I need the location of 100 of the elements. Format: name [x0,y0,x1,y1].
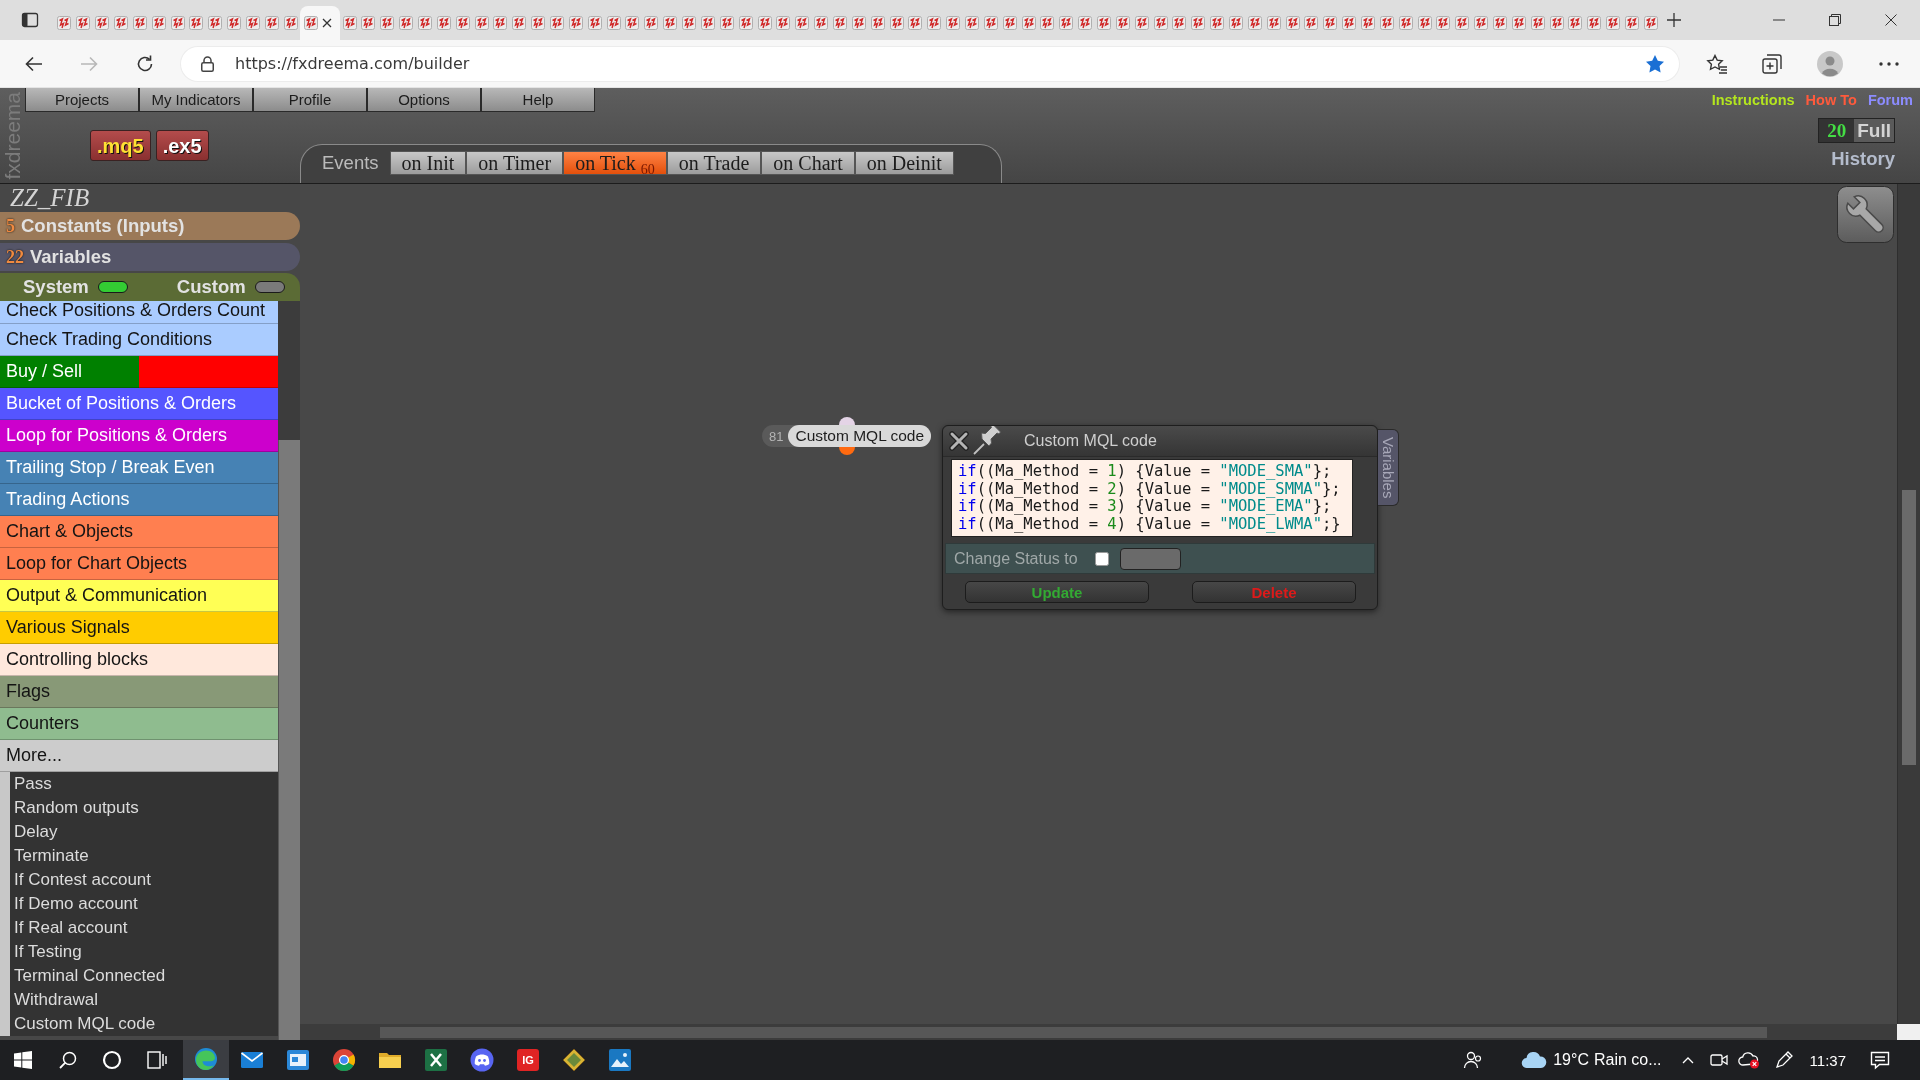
zigzag-icon [1247,16,1262,30]
category-item[interactable]: Loop for Positions & Orders [0,420,278,452]
address-field[interactable]: https://fxdreema.com/builder [181,46,1679,81]
wrench-icon[interactable] [1837,186,1894,243]
menu-button[interactable]: Options [367,88,481,112]
block-item[interactable]: If Real account [10,916,278,940]
zigzag-icon [814,16,829,30]
status-input[interactable] [1120,547,1181,570]
zigzag-icon [57,16,72,30]
scrollbar-thumb[interactable] [278,440,300,1040]
weather-text[interactable]: Rain co... [1593,1051,1662,1069]
block-item[interactable]: Custom MQL code [10,1012,278,1036]
block-item[interactable]: If Contest account [10,868,278,892]
search-icon[interactable] [58,1051,77,1069]
category-item[interactable]: Bucket of Positions & Orders [0,388,278,420]
chevron-up-icon[interactable] [1681,1056,1694,1064]
category-item[interactable]: Chart & Objects [0,516,278,548]
block-node[interactable]: 81 Custom MQL code [762,425,932,447]
block-item[interactable]: Terminal Connected [10,964,278,988]
block-item[interactable]: Withdrawal [10,988,278,1012]
menu-button[interactable]: Profile [253,88,367,112]
zigzag-icon [568,16,583,30]
checkbox[interactable] [1095,551,1109,566]
close-icon[interactable] [1885,14,1897,26]
event-tab[interactable]: on Init [389,151,467,175]
toggle-switch[interactable] [254,281,285,293]
category-item[interactable]: Controlling blocks [0,644,278,676]
export-button[interactable]: .mq5 [90,130,151,161]
zigzag-icon [1511,16,1526,30]
zigzag-icon [870,16,885,30]
block-item[interactable]: If Testing [10,940,278,964]
section-header[interactable]: 22 Variables [0,243,300,271]
event-tab[interactable]: on Chart [761,151,855,175]
lock-icon[interactable] [201,55,214,72]
scrollbar-thumb[interactable] [380,1026,1767,1038]
header-link[interactable]: Instructions [1711,92,1795,108]
block-item[interactable]: Terminate [10,844,278,868]
avatar-icon[interactable] [1817,50,1843,77]
browser-tab[interactable] [300,6,341,40]
folder-icon [378,1050,402,1070]
cloud-icon[interactable] [1521,1051,1548,1069]
history-link[interactable]: History [1831,148,1895,170]
block-item[interactable]: Pass [10,772,278,796]
category-item[interactable]: Counters [0,708,278,740]
category-item[interactable]: Flags [0,676,278,708]
zigzag-icon [227,16,242,30]
toggle-switch[interactable] [97,281,128,293]
taskbar-button[interactable]: IG [505,1040,551,1080]
reload-icon[interactable] [135,53,155,74]
task-view-icon[interactable] [147,1051,167,1069]
scrollbar-thumb[interactable] [1902,490,1916,765]
category-item[interactable]: Trailing Stop / Break Even [0,452,278,484]
category-item[interactable]: Various Signals [0,612,278,644]
menu-button[interactable]: My Indicators [139,88,253,112]
temperature-text[interactable]: 19°C [1553,1051,1589,1069]
code-editor[interactable]: if((Ma_Method = 1) {Value = "MODE_SMA"}; if((Ma_Method = 2) {Value = "MODE_SMMA"}; if((Ma_Method = 3) {Value = "MODE_EMA"}; if((Ma_Method = 4) {Value = "MODE_LWMA";} [951,459,1353,537]
history-mode[interactable]: Full [1854,119,1894,142]
block-item[interactable]: Random outputs [10,796,278,820]
more-icon[interactable] [1879,61,1899,66]
favorites-icon[interactable] [1706,53,1728,74]
export-button[interactable]: .ex5 [155,130,209,161]
tab-actions-icon[interactable] [20,10,40,30]
start-icon[interactable] [13,1051,32,1069]
people-icon[interactable] [1463,1050,1484,1070]
node-label[interactable]: Custom MQL code [788,425,932,447]
block-item[interactable]: If Demo account [10,892,278,916]
menu-button[interactable]: Help [481,88,595,112]
category-item[interactable]: Output & Communication [0,580,278,612]
camera-icon[interactable] [1709,1052,1728,1068]
pen-icon[interactable] [1774,1051,1793,1069]
zigzag-icon [512,16,527,30]
zigzag-icon [1285,16,1300,30]
category-item[interactable]: Check Trading Conditions [0,324,278,356]
category-item[interactable]: Loop for Chart Objects [0,548,278,580]
diamond-icon [562,1048,586,1072]
event-tab[interactable]: on Tick $_{60}$ [563,151,667,175]
category-item[interactable]: Check Positions & Orders Count [0,301,278,324]
event-tab[interactable]: on Trade [666,151,762,175]
category-item[interactable]: More... [0,740,278,772]
block-item[interactable]: Delay [10,820,278,844]
restore-icon[interactable] [1829,14,1841,26]
close-icon[interactable] [948,430,970,452]
circle-icon[interactable] [102,1050,122,1070]
zigzag-icon [625,16,640,30]
collections-icon[interactable] [1762,53,1782,74]
notification-icon[interactable] [1870,1050,1890,1070]
category-item[interactable]: Trading Actions [0,484,278,516]
cloud-error-icon[interactable] [1737,1051,1760,1069]
update-button[interactable]: Update [965,581,1149,603]
envelope-icon [240,1050,264,1070]
star-icon[interactable] [1645,53,1665,74]
project-name: ZZ_FIB [10,184,90,211]
menu-button[interactable]: Projects [25,88,139,112]
event-tab[interactable]: on Deinit [854,151,954,175]
category-item[interactable]: Buy / Sell [0,356,278,388]
close-icon[interactable] [322,18,333,28]
new-tab-icon[interactable] [1666,12,1682,28]
clock-time[interactable]: 11:37 [1809,1051,1846,1069]
event-tab[interactable]: on Timer [466,151,564,175]
pin-icon[interactable] [972,426,1002,456]
